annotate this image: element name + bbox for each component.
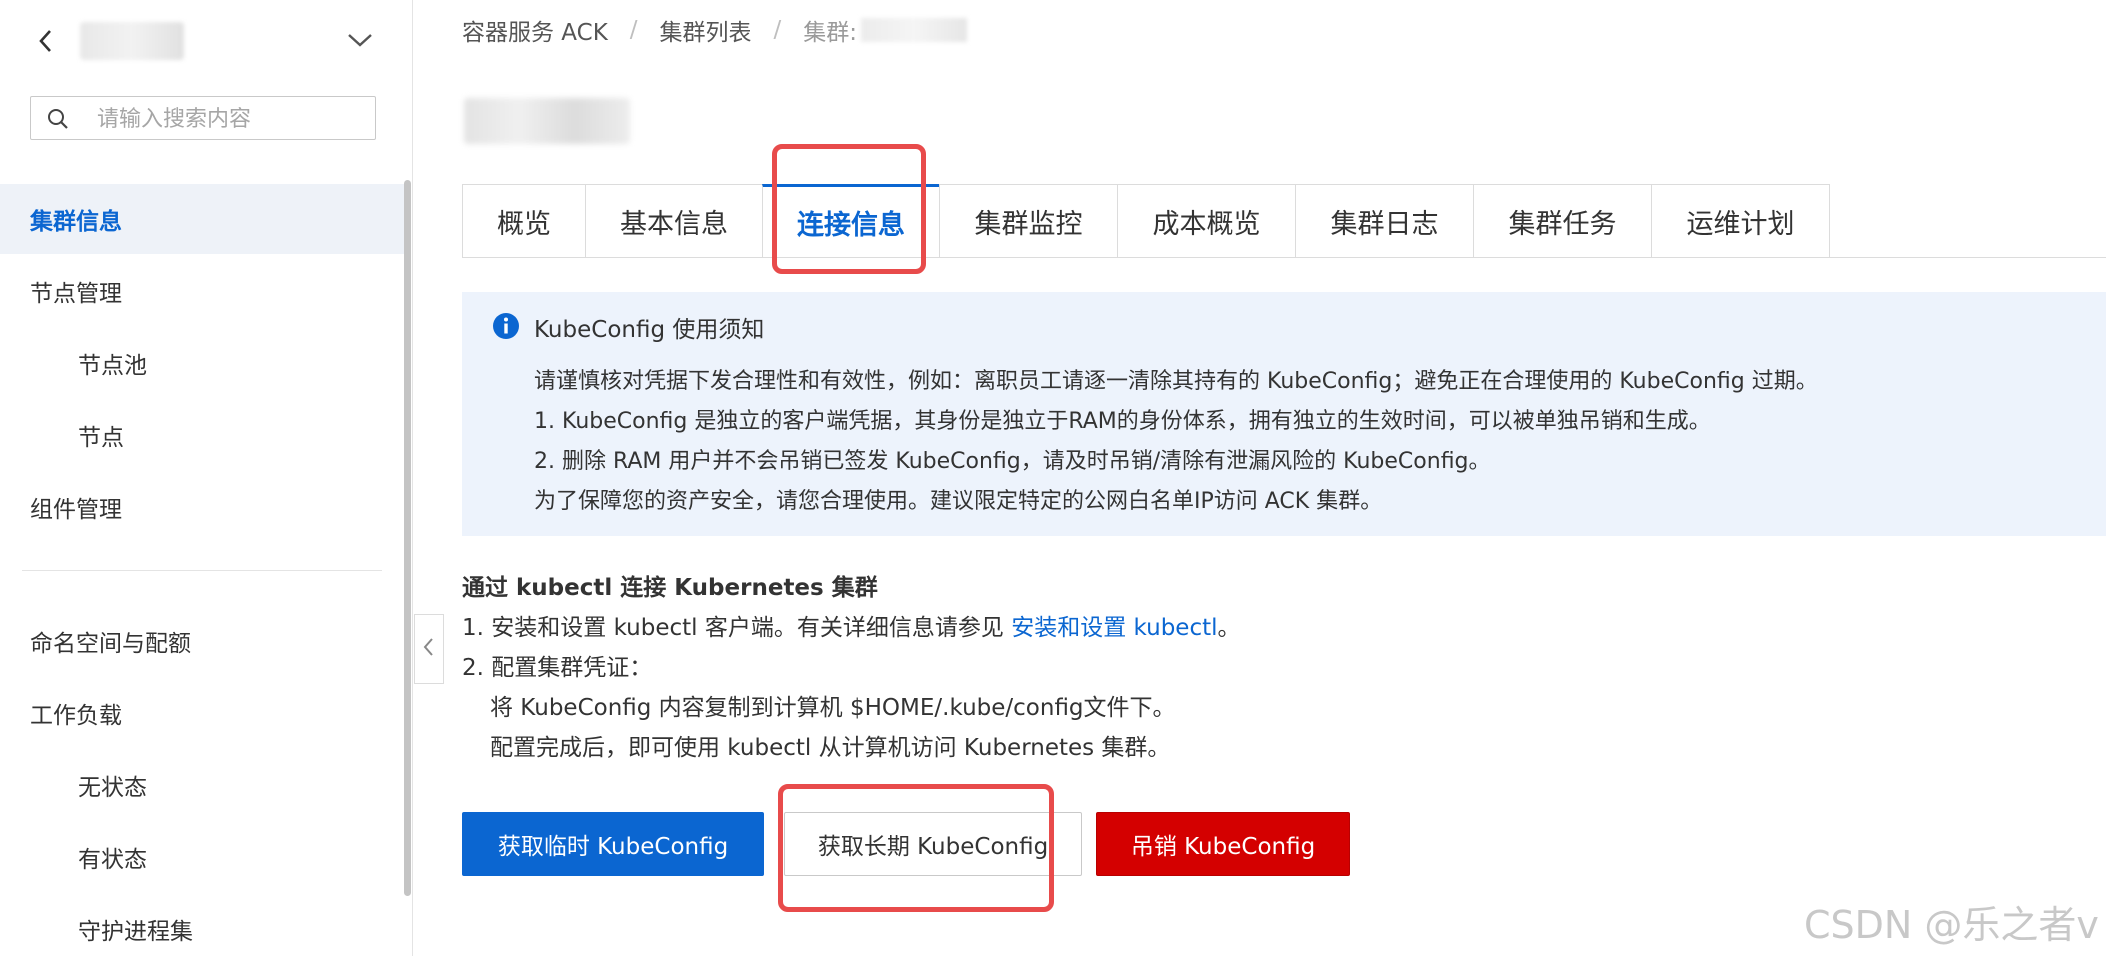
sidebar-item-daemonsets[interactable]: 守护进程集 — [0, 894, 408, 964]
tab-label: 概览 — [497, 209, 551, 240]
page-title-redacted — [464, 98, 630, 144]
tab-basic-info[interactable]: 基本信息 — [585, 184, 763, 258]
sidebar-scrollbar[interactable] — [404, 180, 411, 896]
kubectl-connect-section: 通过 kubectl 连接 Kubernetes 集群 1. 安装和设置 kub… — [462, 568, 1241, 768]
sidebar-item-label: 守护进程集 — [78, 919, 193, 945]
tab-cluster-tasks[interactable]: 集群任务 — [1473, 184, 1652, 258]
search-input[interactable] — [95, 103, 369, 135]
sidebar-item-node-pool[interactable]: 节点池 — [0, 328, 408, 398]
sidebar-item-label: 节点池 — [78, 353, 147, 379]
sidebar-collapse-button[interactable] — [414, 614, 444, 684]
tab-cluster-logs[interactable]: 集群日志 — [1295, 184, 1474, 258]
step-1-text: 1. 安装和设置 kubectl 客户端。有关详细信息请参见 — [462, 615, 1012, 641]
sidebar-item-label: 工作负载 — [30, 703, 122, 729]
sidebar-item-label: 有状态 — [78, 847, 147, 873]
breadcrumb-separator: / — [629, 17, 638, 43]
tab-label: 连接信息 — [797, 210, 905, 241]
step-2: 2. 配置集群凭证： — [462, 655, 653, 681]
sidebar-item-namespaces-quotas[interactable]: 命名空间与配额 — [0, 606, 408, 676]
notice-line: 1. KubeConfig 是独立的客户端凭据，其身份是独立于RAM的身份体系，… — [534, 409, 1711, 434]
info-icon — [492, 312, 520, 340]
get-long-term-kubeconfig-button[interactable]: 获取长期 KubeConfig — [784, 812, 1082, 876]
revoke-kubeconfig-button[interactable]: 吊销 KubeConfig — [1096, 812, 1350, 876]
sidebar-item-component-management[interactable]: 组件管理 — [0, 472, 408, 542]
sidebar-item-cluster-info[interactable]: 集群信息 — [0, 184, 408, 254]
notice-title: KubeConfig 使用须知 — [534, 317, 765, 343]
kubeconfig-notice: KubeConfig 使用须知 请谨慎核对凭据下发合理性和有效性，例如：离职员工… — [462, 292, 2106, 536]
watermark: CSDN @乐之者v — [1804, 903, 2099, 947]
sidebar-item-label: 无状态 — [78, 775, 147, 801]
tab-label: 成本概览 — [1152, 209, 1261, 240]
install-kubectl-link[interactable]: 安装和设置 kubectl — [1011, 615, 1217, 641]
sidebar-item-workloads[interactable]: 工作负载 — [0, 678, 408, 748]
step-1: 1. 安装和设置 kubectl 客户端。有关详细信息请参见 安装和设置 kub… — [462, 608, 1241, 648]
breadcrumb-cluster-redacted — [861, 18, 968, 42]
tab-maintenance-plan[interactable]: 运维计划 — [1651, 184, 1830, 258]
tab-label: 集群监控 — [974, 209, 1083, 240]
sidebar-item-statefulsets[interactable]: 有状态 — [0, 822, 408, 892]
cluster-name-redacted — [80, 22, 184, 60]
sidebar-border — [412, 0, 413, 956]
tab-label: 运维计划 — [1686, 209, 1795, 240]
step-2-detail: 配置完成后，即可使用 kubectl 从计算机访问 Kubernetes 集群。 — [490, 735, 1171, 761]
sidebar-item-label: 节点 — [78, 425, 124, 451]
breadcrumb-item[interactable]: 集群列表 — [660, 13, 752, 47]
section-title: 通过 kubectl 连接 Kubernetes 集群 — [462, 575, 878, 601]
breadcrumb: 容器服务 ACK / 集群列表 / 集群: — [462, 13, 968, 47]
sidebar-search[interactable] — [30, 96, 376, 140]
step-1-suffix: 。 — [1217, 615, 1241, 641]
sidebar-item-nodes[interactable]: 节点 — [0, 400, 408, 470]
tab-connection-info[interactable]: 连接信息 — [762, 184, 940, 258]
sidebar: 集群信息 节点管理 节点池 节点 组件管理 命名空间与配额 工作负载 无状态 有… — [0, 0, 412, 956]
breadcrumb-separator: / — [773, 17, 782, 43]
sidebar-item-label: 组件管理 — [30, 497, 122, 523]
tab-label: 集群日志 — [1330, 209, 1439, 240]
breadcrumb-item[interactable]: 容器服务 ACK — [462, 13, 608, 47]
sidebar-item-label: 命名空间与配额 — [30, 631, 191, 657]
back-arrow-icon[interactable] — [34, 26, 58, 56]
sidebar-item-label: 集群信息 — [30, 209, 122, 235]
tab-baseline — [462, 257, 2106, 258]
tab-bar: 概览 基本信息 连接信息 集群监控 成本概览 集群日志 集群任务 运维计划 — [462, 184, 2106, 258]
sidebar-item-deployments[interactable]: 无状态 — [0, 750, 408, 820]
tab-overview[interactable]: 概览 — [462, 184, 586, 258]
notice-body: 请谨慎核对凭据下发合理性和有效性，例如：离职员工请逐一清除其持有的 KubeCo… — [534, 362, 1818, 522]
search-icon — [47, 108, 69, 130]
sidebar-item-node-management[interactable]: 节点管理 — [0, 256, 408, 326]
chevron-left-icon — [422, 636, 436, 662]
tab-label: 基本信息 — [620, 209, 728, 240]
step-2-detail: 将 KubeConfig 内容复制到计算机 $HOME/.kube/config… — [490, 695, 1176, 721]
notice-line: 2. 删除 RAM 用户并不会吊销已签发 KubeConfig，请及时吊销/清除… — [534, 449, 1491, 474]
tab-cluster-monitoring[interactable]: 集群监控 — [939, 184, 1118, 258]
sidebar-item-label: 节点管理 — [30, 281, 122, 307]
get-temporary-kubeconfig-button[interactable]: 获取临时 KubeConfig — [462, 812, 764, 876]
tab-cost-overview[interactable]: 成本概览 — [1117, 184, 1296, 258]
notice-line: 请谨慎核对凭据下发合理性和有效性，例如：离职员工请逐一清除其持有的 KubeCo… — [534, 369, 1818, 394]
breadcrumb-current: 集群: — [803, 20, 858, 46]
chevron-down-icon[interactable] — [344, 28, 376, 52]
notice-line: 为了保障您的资产安全，请您合理使用。建议限定特定的公网白名单IP访问 ACK 集… — [534, 489, 1383, 514]
tab-label: 集群任务 — [1508, 209, 1617, 240]
sidebar-divider — [22, 570, 382, 571]
